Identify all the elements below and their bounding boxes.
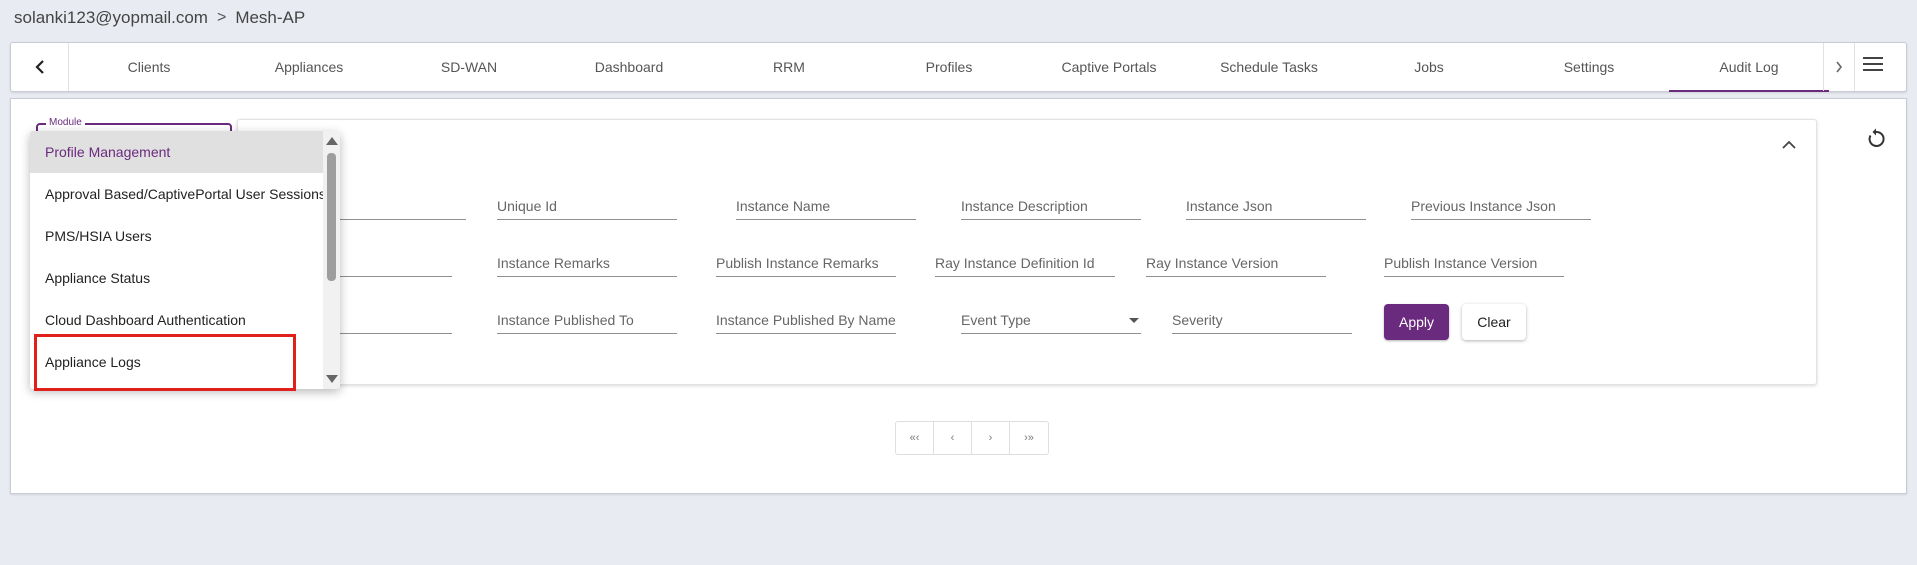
severity-field[interactable]: Severity xyxy=(1172,310,1352,334)
unique-id-field[interactable]: Unique Id xyxy=(497,196,677,220)
tab-audit-log[interactable]: Audit Log xyxy=(1669,43,1829,92)
tab-bar: Clients Appliances SD-WAN Dashboard RRM … xyxy=(10,42,1907,92)
instance-published-by-name-field[interactable]: Instance Published By Name xyxy=(716,310,896,334)
instance-description-field[interactable]: Instance Description xyxy=(961,196,1141,220)
tab-jobs[interactable]: Jobs xyxy=(1349,43,1509,91)
tab-schedule-tasks[interactable]: Schedule Tasks xyxy=(1189,43,1349,91)
module-option-profile-management[interactable]: Profile Management xyxy=(30,131,323,173)
publish-instance-version-field[interactable]: Publish Instance Version xyxy=(1384,253,1564,277)
module-label: Module xyxy=(46,117,85,128)
breadcrumb-user[interactable]: solanki123@yopmail.com xyxy=(14,8,208,28)
tab-captive-portals[interactable]: Captive Portals xyxy=(1029,43,1189,91)
refresh-icon[interactable] xyxy=(1864,127,1888,151)
instance-json-field[interactable]: Instance Json xyxy=(1186,196,1366,220)
module-option-appliance-status[interactable]: Appliance Status xyxy=(30,257,323,299)
module-dropdown: Profile Management Approval Based/Captiv… xyxy=(30,131,340,389)
hamburger-menu-icon[interactable] xyxy=(1863,57,1883,73)
apply-button[interactable]: Apply xyxy=(1384,304,1449,340)
caret-down-icon xyxy=(1129,318,1139,323)
module-option-pms-hsia-users[interactable]: PMS/HSIA Users xyxy=(30,215,323,257)
instance-remarks-field[interactable]: Instance Remarks xyxy=(497,253,677,277)
tabs: Clients Appliances SD-WAN Dashboard RRM … xyxy=(69,43,1829,92)
previous-instance-json-field[interactable]: Previous Instance Json xyxy=(1411,196,1591,220)
publish-instance-remarks-field[interactable]: Publish Instance Remarks xyxy=(716,253,896,277)
tab-rrm[interactable]: RRM xyxy=(709,43,869,91)
breadcrumb: solanki123@yopmail.com > Mesh-AP xyxy=(14,8,305,28)
tab-settings[interactable]: Settings xyxy=(1509,43,1669,91)
event-type-label: Event Type xyxy=(961,312,1031,328)
chevron-right-icon[interactable] xyxy=(1823,43,1855,91)
tab-dashboard[interactable]: Dashboard xyxy=(549,43,709,91)
prev-page-button[interactable]: ‹ xyxy=(934,422,972,454)
ray-instance-definition-id-field[interactable]: Ray Instance Definition Id xyxy=(935,253,1115,277)
scroll-thumb[interactable] xyxy=(327,153,336,281)
last-page-button[interactable]: ›» xyxy=(1010,422,1048,454)
chevron-left-icon[interactable] xyxy=(11,43,69,91)
scroll-up-icon[interactable] xyxy=(326,137,338,145)
instance-published-to-field[interactable]: Instance Published To xyxy=(497,310,677,334)
breadcrumb-page: Mesh-AP xyxy=(235,8,306,27)
tab-profiles[interactable]: Profiles xyxy=(869,43,1029,91)
event-type-select[interactable]: Event Type xyxy=(961,310,1141,334)
dropdown-scrollbar[interactable] xyxy=(323,131,340,389)
chevron-up-icon[interactable] xyxy=(1782,136,1796,152)
pagination: «‹ ‹ › ›» xyxy=(895,421,1049,455)
ray-instance-version-field[interactable]: Ray Instance Version xyxy=(1146,253,1326,277)
tab-clients[interactable]: Clients xyxy=(69,43,229,91)
breadcrumb-separator: > xyxy=(216,9,227,26)
module-option-cloud-dashboard-auth[interactable]: Cloud Dashboard Authentication xyxy=(30,299,323,341)
module-option-approval-sessions[interactable]: Approval Based/CaptivePortal User Sessio… xyxy=(30,173,323,215)
first-page-button[interactable]: «‹ xyxy=(896,422,934,454)
scroll-down-icon[interactable] xyxy=(326,375,338,383)
tab-sd-wan[interactable]: SD-WAN xyxy=(389,43,549,91)
next-page-button[interactable]: › xyxy=(972,422,1010,454)
filter-card: l Unique Id Instance Name Instance Descr… xyxy=(237,119,1817,385)
clear-button[interactable]: Clear xyxy=(1462,304,1526,340)
module-option-appliance-logs[interactable]: Appliance Logs xyxy=(30,341,323,383)
instance-name-field[interactable]: Instance Name xyxy=(736,196,916,220)
tab-appliances[interactable]: Appliances xyxy=(229,43,389,91)
